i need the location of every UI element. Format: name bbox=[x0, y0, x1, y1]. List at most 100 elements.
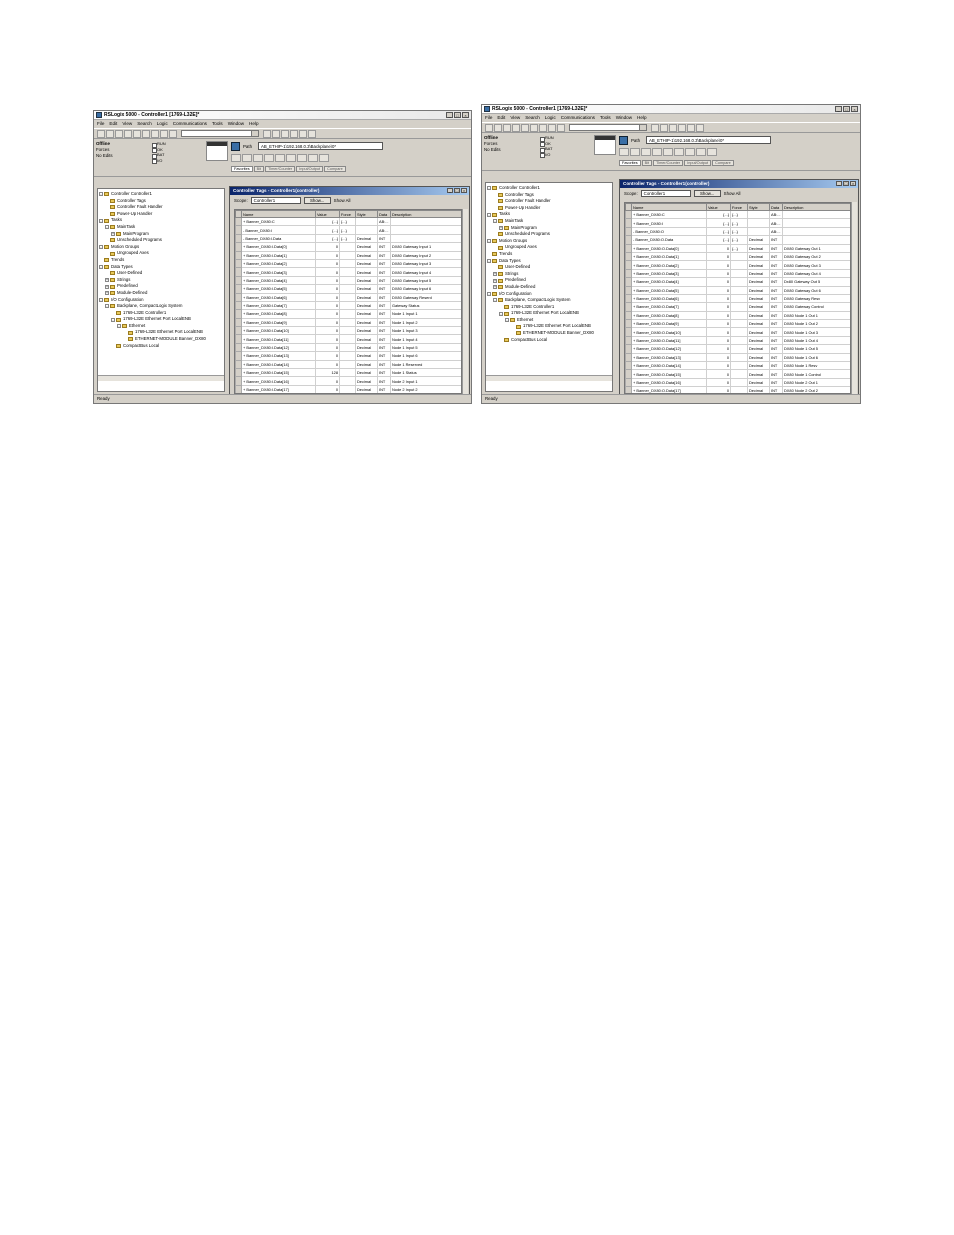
table-row[interactable]: - Banner_DX80:O.Data {...} {...} Decimal INT bbox=[625, 235, 850, 245]
table-row[interactable]: + Banner_DX80:O.Data[11] 0 Decimal INT DX80 … bbox=[625, 335, 850, 346]
table-cell[interactable]: {...} bbox=[315, 216, 340, 227]
table-row[interactable]: + Banner_DX80:I.Data[10] 0 Decimal INT Node … bbox=[235, 326, 461, 336]
table-row[interactable]: + Banner_DX80:O.Data[17] 0 Decimal INT DX80 … bbox=[625, 386, 850, 393]
table-row[interactable]: + Banner_DX80:O.Data[9] 0 Decimal INT DX80 N… bbox=[625, 319, 850, 329]
minimize-button[interactable]: _ bbox=[835, 106, 842, 112]
menu-tools[interactable]: Tools bbox=[212, 120, 223, 128]
table-row[interactable]: + Banner_DX80:I.Data[12] 0 Decimal INT Node … bbox=[235, 342, 461, 353]
tree-node[interactable]: + Predefined bbox=[487, 277, 611, 284]
table-cell[interactable]: 0 bbox=[315, 275, 340, 286]
table-cell[interactable]: 0 bbox=[315, 292, 340, 302]
tree-node[interactable]: - Tasks bbox=[99, 217, 223, 224]
tree-node[interactable]: - 1769-L32E Ethernet Port LocalENB bbox=[99, 316, 223, 323]
undo-icon[interactable] bbox=[160, 129, 168, 138]
menu-window[interactable]: Window bbox=[228, 120, 244, 128]
expand-icon[interactable]: + bbox=[105, 291, 109, 296]
open-icon[interactable] bbox=[494, 123, 502, 132]
tree-node[interactable]: User-Defined bbox=[99, 270, 223, 277]
column-header[interactable]: Description bbox=[390, 210, 461, 218]
online-icon[interactable] bbox=[669, 123, 677, 132]
column-header[interactable]: Value bbox=[315, 210, 340, 218]
menu-file[interactable]: File bbox=[97, 120, 104, 128]
column-header[interactable]: Name bbox=[631, 203, 707, 211]
collapse-icon[interactable]: - bbox=[99, 218, 103, 223]
table-row[interactable]: + Banner_DX80:O.Data[0] 0 {...} Decimal INT D… bbox=[625, 243, 850, 253]
collapse-icon[interactable]: - bbox=[487, 239, 491, 244]
cut-icon[interactable] bbox=[133, 129, 141, 138]
tree-node[interactable]: ETHERNET-MODULE Banner_DX80 bbox=[99, 336, 223, 343]
tree-node[interactable]: + Predefined bbox=[99, 283, 223, 290]
xic-icon[interactable] bbox=[264, 154, 274, 162]
table-cell[interactable]: 0 bbox=[706, 277, 731, 287]
table-row[interactable]: + Banner_DX80:O.Data[12] 0 Decimal INT DX80 … bbox=[625, 344, 850, 354]
menu-view[interactable]: View bbox=[122, 120, 132, 128]
collapse-icon[interactable]: - bbox=[499, 311, 503, 316]
expand-icon[interactable]: + bbox=[111, 231, 115, 236]
table-cell[interactable]: 0 bbox=[706, 243, 731, 253]
tree-node[interactable]: + Strings bbox=[487, 271, 611, 278]
table-row[interactable]: + Banner_DX80:I.Data[16] 0 Decimal INT Node … bbox=[235, 376, 461, 386]
save-icon[interactable] bbox=[115, 129, 123, 138]
rslinx-path-icon[interactable] bbox=[231, 142, 240, 151]
column-header[interactable]: Description bbox=[782, 203, 850, 211]
branch-icon[interactable] bbox=[242, 154, 252, 162]
xic-icon[interactable] bbox=[652, 148, 662, 156]
table-row[interactable]: + Banner_DX80:I.Data[1] 0 Decimal INT DX80 G… bbox=[235, 250, 461, 260]
menu-file[interactable]: File bbox=[485, 114, 492, 122]
tree-node[interactable]: + Module-Defined bbox=[487, 284, 611, 291]
otl-icon[interactable] bbox=[685, 148, 695, 156]
table-cell[interactable]: 128 bbox=[315, 368, 340, 378]
tab-compare[interactable]: Compare bbox=[324, 166, 346, 172]
tree-node[interactable]: + MainProgram bbox=[99, 231, 223, 238]
path-combo[interactable]: AB_ETHIP-1\192.168.0.3\Backplane\0* bbox=[646, 136, 771, 144]
print-icon[interactable] bbox=[512, 123, 520, 132]
table-cell[interactable]: 0 bbox=[706, 310, 731, 321]
table-row[interactable]: + Banner_DX80:O.Data[13] 0 Decimal INT DX80 … bbox=[625, 352, 850, 363]
properties-icon[interactable] bbox=[290, 129, 298, 138]
table-row[interactable]: + Banner_DX80:O.Data[4] 0 Decimal INT Dx80 G… bbox=[625, 277, 850, 287]
tree-node[interactable]: + MainProgram bbox=[487, 225, 611, 232]
copy-icon[interactable] bbox=[530, 123, 538, 132]
search-combo[interactable] bbox=[569, 124, 647, 131]
tree-node[interactable]: Power-Up Handler bbox=[487, 205, 611, 212]
table-row[interactable]: + Banner_DX80:I.Data[9] 0 Decimal INT Node 1… bbox=[235, 317, 461, 328]
table-row[interactable]: + Banner_DX80:O.Data[6] 0 Decimal INT DX80 G… bbox=[625, 293, 850, 304]
menu-logic[interactable]: Logic bbox=[157, 120, 168, 128]
menu-tools[interactable]: Tools bbox=[600, 114, 611, 122]
tree-node[interactable]: Controller Fault Handler bbox=[487, 198, 611, 205]
table-cell[interactable]: {...} bbox=[706, 226, 731, 237]
tree-node[interactable]: - Controller Controller1 bbox=[99, 191, 223, 198]
branch-level-icon[interactable] bbox=[253, 154, 263, 162]
ote-icon[interactable] bbox=[286, 154, 296, 162]
close-button[interactable]: × bbox=[850, 181, 856, 186]
redo-icon[interactable] bbox=[557, 123, 565, 132]
expand-icon[interactable]: + bbox=[499, 225, 503, 230]
table-cell[interactable]: 0 bbox=[706, 344, 731, 354]
table-cell[interactable]: 0 bbox=[315, 317, 340, 328]
tree-node[interactable]: Controller Tags bbox=[99, 198, 223, 205]
table-row[interactable]: + Banner_DX80:I.Data[8] 0 Decimal INT Node 1… bbox=[235, 309, 461, 319]
redo-icon[interactable] bbox=[169, 129, 177, 138]
ons-icon[interactable] bbox=[319, 154, 329, 162]
open-icon[interactable] bbox=[106, 129, 114, 138]
collapse-icon[interactable]: - bbox=[487, 186, 491, 191]
close-button[interactable]: × bbox=[461, 188, 467, 193]
table-row[interactable]: + Banner_DX80:O.Data[2] 0 Decimal INT DX80 G… bbox=[625, 260, 850, 270]
close-button[interactable]: × bbox=[851, 106, 858, 112]
horizontal-scrollbar[interactable] bbox=[98, 375, 224, 381]
close-button[interactable]: × bbox=[462, 112, 469, 118]
tree-node[interactable]: Trends bbox=[99, 257, 223, 264]
table-row[interactable]: + Banner_DX80:I.Data[6] 0 Decimal INT DX80 G… bbox=[235, 292, 461, 302]
tree-node[interactable]: - Data Types bbox=[99, 264, 223, 271]
tree-node[interactable]: - Ethernet bbox=[487, 317, 611, 324]
table-row[interactable]: + Banner_DX80:O.Data[8] 0 Decimal INT DX80 N… bbox=[625, 310, 850, 321]
collapse-icon[interactable]: - bbox=[505, 318, 509, 323]
table-row[interactable]: + Banner_DX80:O.Data[7] 0 Decimal INT DX80 G… bbox=[625, 302, 850, 312]
tree-node[interactable]: CompactBus Local bbox=[487, 337, 611, 344]
menu-view[interactable]: View bbox=[510, 114, 520, 122]
tree-node[interactable]: Trends bbox=[487, 251, 611, 258]
table-cell[interactable]: 0 bbox=[315, 384, 340, 393]
rung-icon[interactable] bbox=[231, 154, 241, 162]
table-row[interactable]: + Banner_DX80:O.Data[3] 0 Decimal INT DX80 G… bbox=[625, 268, 850, 279]
tree-node[interactable]: ETHERNET-MODULE Banner_DX80 bbox=[487, 330, 611, 337]
